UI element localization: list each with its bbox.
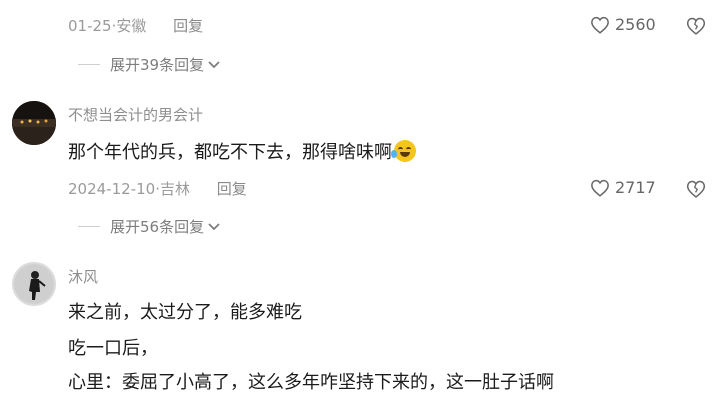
like-count: 2717 [615, 178, 656, 197]
divider [78, 64, 100, 65]
avatar[interactable] [12, 101, 56, 145]
comment-date: 01-25 [68, 17, 112, 35]
comment-location: 安徽 [116, 17, 147, 35]
reply-button[interactable]: 回复 [217, 180, 247, 198]
comment-location: 吉林 [159, 180, 190, 198]
expand-label: 展开39条回复 [110, 56, 205, 74]
heart-broken-outline-icon[interactable] [686, 179, 706, 199]
chevron-down-icon [208, 222, 220, 230]
avatar-image [12, 101, 56, 145]
chevron-down-icon [208, 60, 220, 68]
expand-replies-button[interactable]: 展开39条回复 [78, 54, 221, 75]
like-button[interactable]: 2717 [590, 178, 656, 197]
expand-label: 展开56条回复 [110, 218, 205, 236]
username[interactable]: 不想当会计的男会计 [68, 104, 203, 125]
heart-broken-outline-icon[interactable] [686, 16, 706, 36]
comment-3-line-3: 心里：委屈了小高了，这么多年咋坚持下来的，这一肚子话啊 [68, 372, 554, 393]
avatar[interactable] [12, 262, 56, 306]
heart-outline-icon [591, 179, 609, 197]
username[interactable]: 沐风 [68, 266, 98, 287]
reply-button[interactable]: 回复 [173, 17, 203, 35]
comment-2-content: 那个年代的兵，都吃不下去，那得啥味啊 [68, 140, 416, 166]
like-button[interactable]: 2560 [590, 15, 656, 34]
comment-2-meta: 2024-12-10·吉林 回复 [68, 180, 247, 198]
divider [78, 226, 100, 227]
like-count: 2560 [615, 15, 656, 34]
avatar-image [12, 262, 56, 306]
laughing-tears-emoji [391, 140, 416, 162]
comment-3-line-2: 吃一口后， [68, 338, 158, 359]
comment-date: 2024-12-10 [68, 180, 156, 198]
heart-outline-icon [591, 16, 609, 34]
comment-1-meta: 01-25·安徽 回复 [68, 17, 204, 35]
expand-replies-button[interactable]: 展开56条回复 [78, 216, 221, 237]
comment-3-line-1: 来之前，太过分了，能多难吃 [68, 302, 302, 323]
